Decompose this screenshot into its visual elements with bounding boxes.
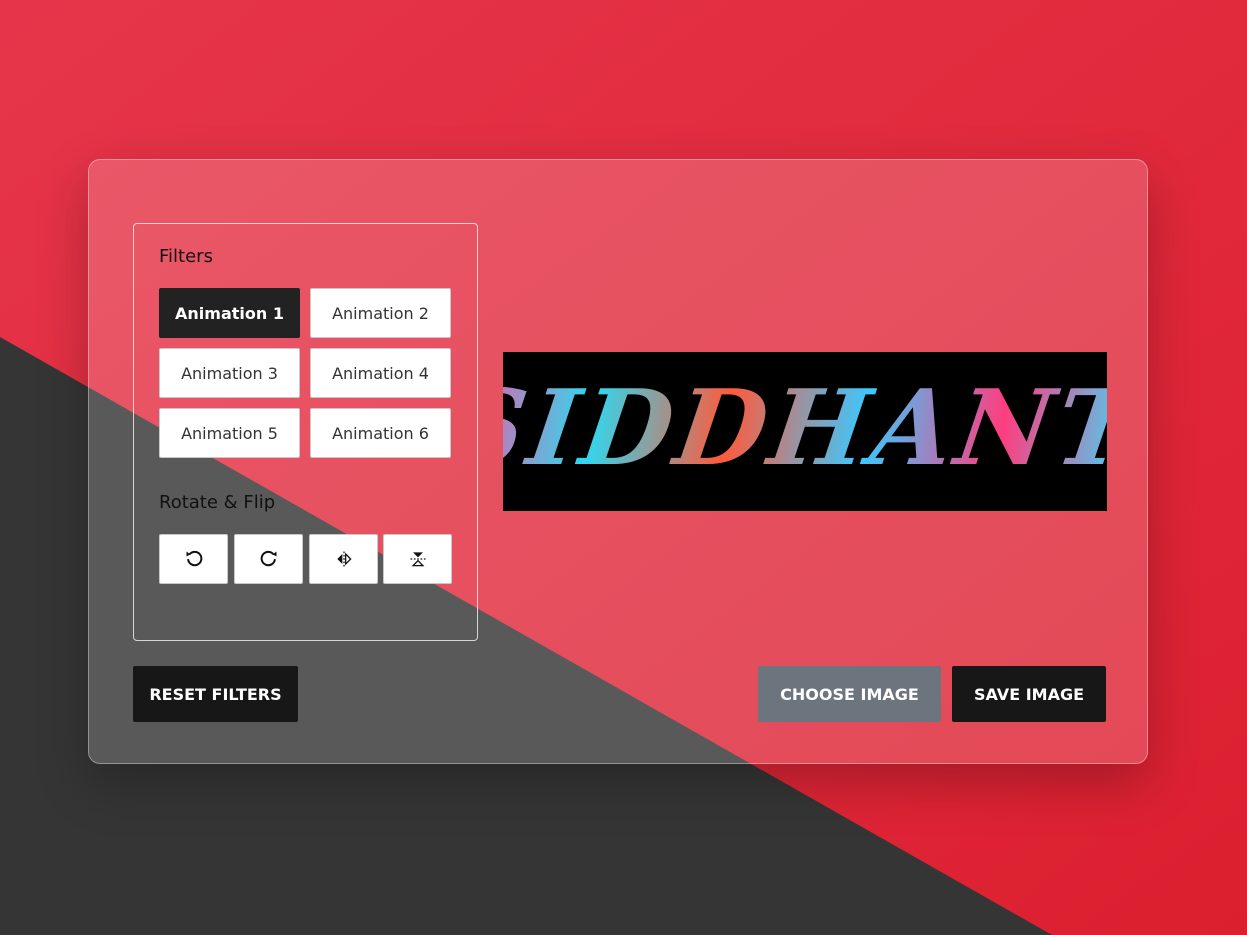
rotate-left-button[interactable]	[159, 534, 228, 584]
flip-horizontal-icon	[336, 551, 352, 567]
preview-text: SIDDHANT	[503, 366, 1107, 488]
reset-filters-button[interactable]: RESET FILTERS	[133, 666, 298, 722]
filter-button-5[interactable]: Animation 5	[159, 408, 300, 458]
flip-vertical-button[interactable]	[383, 534, 452, 584]
choose-image-button[interactable]: CHOOSE IMAGE	[758, 666, 941, 722]
preview-image: SIDDHANT	[503, 366, 1107, 488]
filters-title: Filters	[159, 246, 213, 267]
flip-horizontal-button[interactable]	[309, 534, 378, 584]
save-image-button[interactable]: SAVE IMAGE	[952, 666, 1106, 722]
controls-box: Filters Animation 1 Animation 2 Animatio…	[133, 223, 478, 641]
filter-button-3[interactable]: Animation 3	[159, 348, 300, 398]
editor-panel: Filters Animation 1 Animation 2 Animatio…	[88, 159, 1148, 764]
rotate-right-icon	[260, 550, 276, 567]
filter-button-2[interactable]: Animation 2	[310, 288, 451, 338]
filter-button-4[interactable]: Animation 4	[310, 348, 451, 398]
flip-vertical-icon	[410, 552, 425, 567]
filter-button-6[interactable]: Animation 6	[310, 408, 451, 458]
rotate-left-icon	[186, 550, 202, 567]
rotate-right-button[interactable]	[234, 534, 303, 584]
rotate-flip-title: Rotate & Flip	[159, 492, 276, 513]
filter-button-1[interactable]: Animation 1	[159, 288, 300, 338]
image-preview: SIDDHANT	[503, 352, 1107, 511]
